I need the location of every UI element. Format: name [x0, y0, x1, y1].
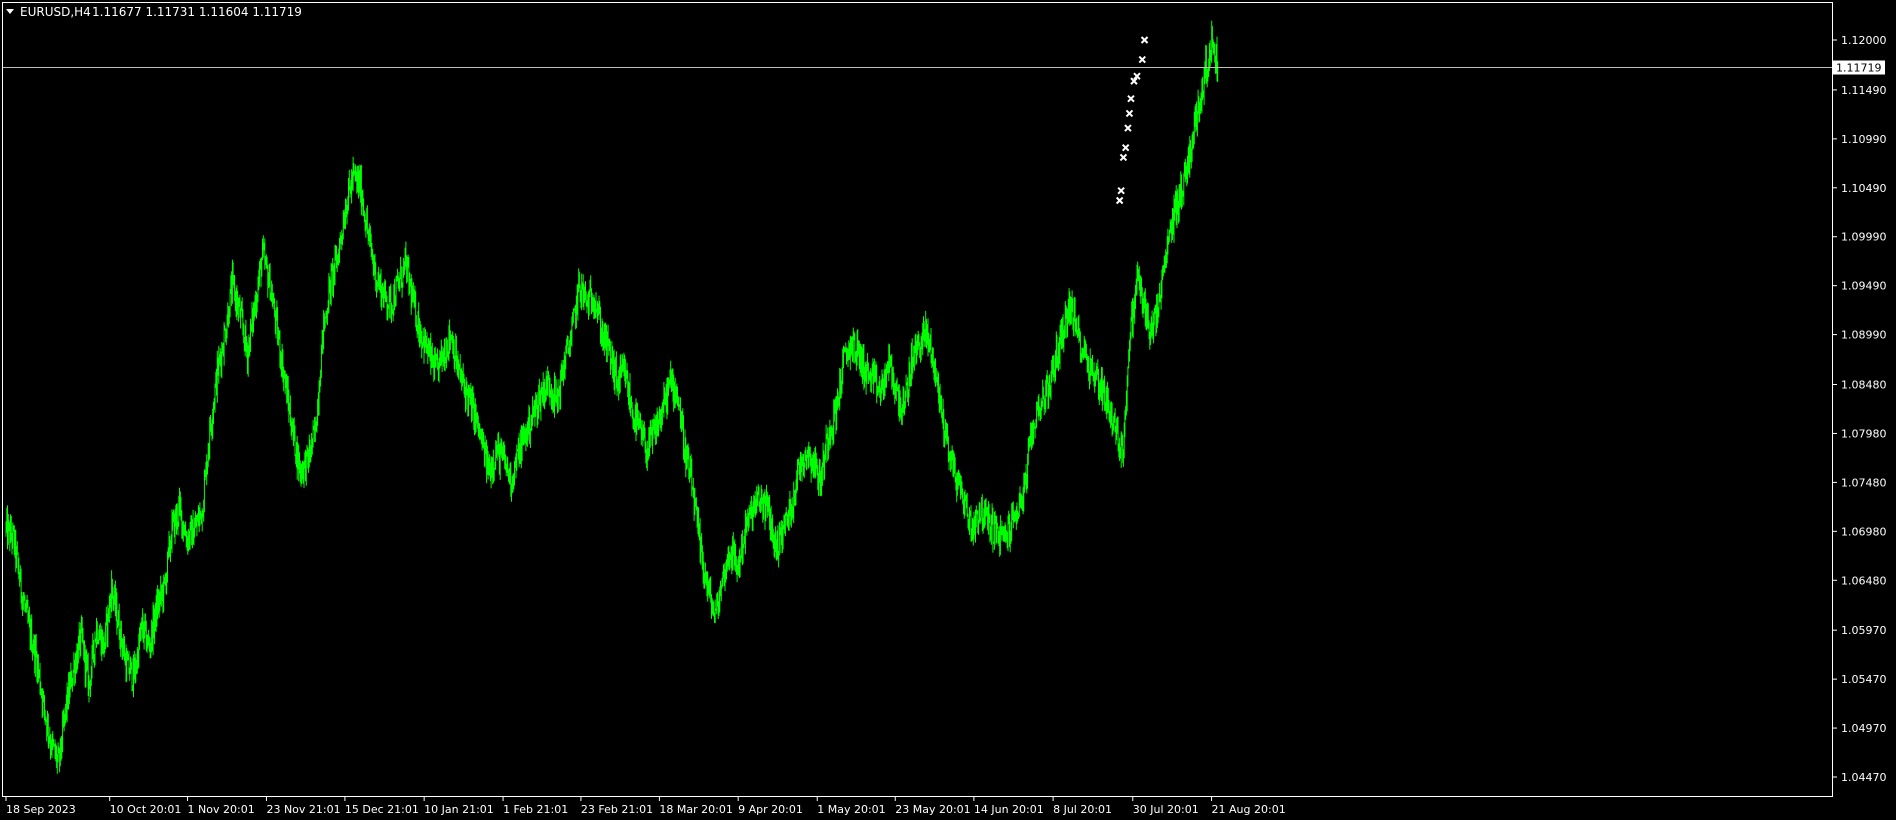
- x-tick-label: 10 Jan 21:01: [424, 803, 494, 816]
- x-tick-label: 23 May 20:01: [895, 803, 970, 816]
- y-tick-label: 1.05470: [1841, 673, 1887, 686]
- x-tick-label: 23 Nov 21:01: [266, 803, 340, 816]
- y-tick-label: 1.05970: [1841, 624, 1887, 637]
- x-tick-label: 30 Jul 20:01: [1133, 803, 1199, 816]
- y-tick-label: 1.09490: [1841, 280, 1887, 293]
- x-tick-label: 1 May 20:01: [817, 803, 885, 816]
- y-tick-label: 1.07480: [1841, 476, 1887, 489]
- current-price-label: 1.11719: [1836, 62, 1882, 75]
- x-tick-label: 8 Jul 20:01: [1053, 803, 1112, 816]
- y-tick-label: 1.10490: [1841, 182, 1887, 195]
- ohlc-values: 1.11677 1.11731 1.11604 1.11719: [92, 5, 302, 19]
- y-tick-label: 1.04970: [1841, 722, 1887, 735]
- x-tick-label: 1 Feb 21:01: [503, 803, 568, 816]
- y-tick-label: 1.08990: [1841, 329, 1887, 342]
- x-tick-label: 1 Nov 20:01: [188, 803, 255, 816]
- x-tick-label: 10 Oct 20:01: [110, 803, 182, 816]
- chart-background: [0, 0, 1896, 820]
- x-tick-label: 15 Dec 21:01: [345, 803, 419, 816]
- y-tick-label: 1.10990: [1841, 133, 1887, 146]
- price-chart[interactable]: 1.11719 1.12000 1.11490 1.10990 1.10490 1.09…: [0, 0, 1896, 820]
- chart-header: EURUSD,H4 1.11677 1.11731 1.11604 1.1171…: [6, 5, 302, 19]
- y-tick-label: 1.06980: [1841, 525, 1887, 538]
- y-tick-label: 1.11490: [1841, 84, 1887, 97]
- y-tick-label: 1.06480: [1841, 574, 1887, 587]
- chart-window[interactable]: 1.11719 1.12000 1.11490 1.10990 1.10490 1.09…: [0, 0, 1896, 820]
- y-tick-label: 1.12000: [1841, 34, 1887, 47]
- x-tick-label: 18 Sep 2023: [6, 803, 76, 816]
- x-tick-label: 21 Aug 20:01: [1212, 803, 1286, 816]
- y-tick-label: 1.04470: [1841, 771, 1887, 784]
- y-tick-label: 1.09990: [1841, 231, 1887, 244]
- x-tick-label: 18 Mar 20:01: [659, 803, 732, 816]
- x-tick-label: 23 Feb 21:01: [581, 803, 653, 816]
- x-tick-label: 14 Jun 20:01: [974, 803, 1044, 816]
- symbol-timeframe-label[interactable]: EURUSD,H4: [20, 5, 91, 19]
- y-tick-label: 1.08480: [1841, 379, 1887, 392]
- y-tick-label: 1.07980: [1841, 427, 1887, 440]
- x-tick-label: 9 Apr 20:01: [738, 803, 803, 816]
